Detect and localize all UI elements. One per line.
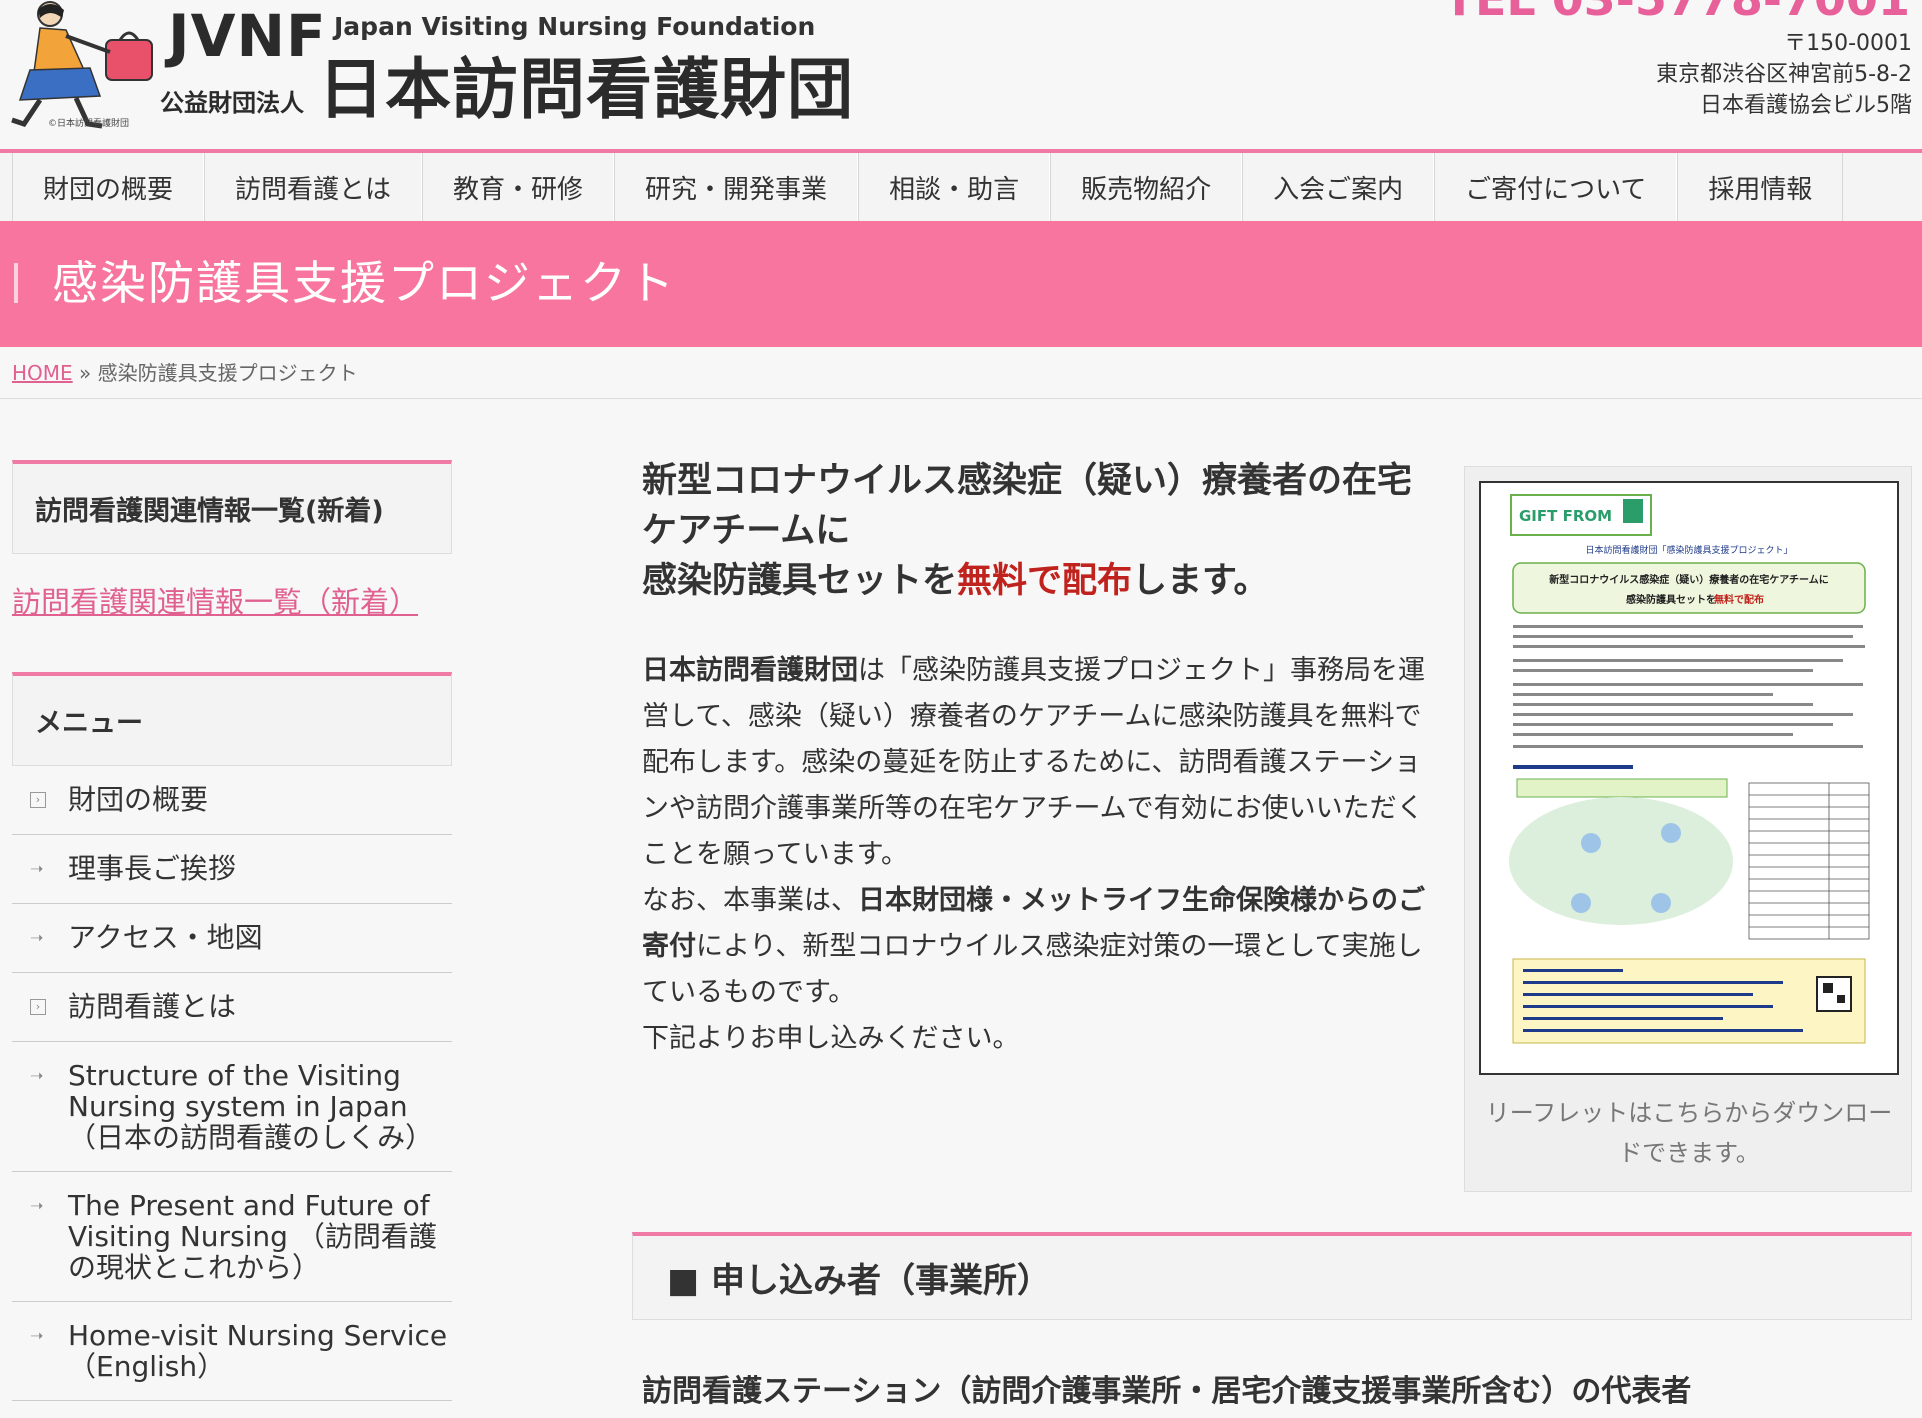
logo-copyright: ©日本訪問看護財団 xyxy=(48,119,130,129)
logo-prefix[interactable]: 公益財団法人 xyxy=(160,88,304,118)
breadcrumb: HOME » 感染防護具支援プロジェクト xyxy=(0,347,1922,399)
arrow-icon: ➝ xyxy=(30,1066,44,1085)
page-title: 感染防護具支援プロジェクト xyxy=(52,256,676,310)
global-nav: 財団の概要 訪問看護とは 教育・研修 研究・開発事業 相談・助言 販売物紹介 入… xyxy=(0,149,1922,221)
sidebar-menu: › 財団の概要 ➝ 理事長ご挨拶 ➝ アクセス・地図 › 訪問看護とは ➝ St… xyxy=(12,766,452,1401)
arrow-icon: ➝ xyxy=(30,1326,44,1345)
site-header: JVNF Japan Visiting Nursing Foundation 公… xyxy=(0,0,1922,148)
body-text: は「感染防護具支援プロジェクト」事務局を運営して、感染（疑い）療養者のケアチーム… xyxy=(642,655,1425,870)
main-body: 日本訪問看護財団は「感染防護具支援プロジェクト」事務局を運営して、感染（疑い）療… xyxy=(642,648,1432,1062)
sidebar-item-greeting[interactable]: ➝ 理事長ご挨拶 xyxy=(12,835,452,904)
leaflet-box-line2: 感染防護具セットを xyxy=(1626,593,1716,606)
main-heading-emphasis: 無料で配布 xyxy=(957,561,1133,601)
leaflet-header-line: 日本訪問看護財団「感染防護具支援プロジェクト」 xyxy=(1585,544,1792,556)
main-heading: 新型コロナウイルス感染症（疑い）療養者の在宅ケアチームに 感染防護具セットを無料… xyxy=(642,456,1432,606)
address-block: 〒150-0001 東京都渋谷区神宮前5-8-2 日本看護協会ビル5階 xyxy=(1656,28,1912,121)
sidebar: 訪問看護関連情報一覧(新着) 訪問看護関連情報一覧（新着） メニュー › 財団の… xyxy=(12,460,452,1401)
leaflet-thumbnail[interactable]: GIFT FROM 日本訪問看護財団「感染防護具支援プロジェクト」 新型コロナウ… xyxy=(1479,481,1899,1075)
nav-item-membership[interactable]: 入会ご案内 xyxy=(1242,153,1435,221)
leaflet-caption[interactable]: リーフレットはこちらからダウンロードできます。 xyxy=(1485,1093,1893,1173)
nav-item-research[interactable]: 研究・開発事業 xyxy=(614,153,859,221)
sidebar-item-visiting-nursing[interactable]: › 訪問看護とは xyxy=(12,973,452,1042)
logo-japanese-name[interactable]: 日本訪問看護財団 xyxy=(318,52,854,128)
sub-heading-representative: 訪問看護ステーション（訪問介護事業所・居宅介護支援事業所含む）の代表者 xyxy=(642,1374,1692,1409)
sidebar-item-label: 訪問看護とは xyxy=(68,990,237,1023)
sidebar-menu-heading: メニュー xyxy=(12,672,452,766)
sidebar-item-label: The Present and Future of Visiting Nursi… xyxy=(68,1189,437,1284)
leaflet-gift-text: GIFT FROM xyxy=(1519,507,1612,525)
leaflet-box-line1: 新型コロナウイルス感染症（疑い）療養者の在宅ケアチームに xyxy=(1549,573,1829,586)
logo-nurse-figure-icon[interactable] xyxy=(10,0,160,130)
page-banner: 感染防護具支援プロジェクト xyxy=(0,221,1922,347)
logo-english-name[interactable]: Japan Visiting Nursing Foundation xyxy=(334,12,815,42)
nav-item-recruit[interactable]: 採用情報 xyxy=(1677,153,1844,221)
sidebar-item-access[interactable]: ➝ アクセス・地図 xyxy=(12,904,452,973)
sidebar-item-label: Home-visit Nursing Service（English） xyxy=(68,1319,448,1383)
nav-item-visiting-nursing[interactable]: 訪問看護とは xyxy=(204,153,423,221)
sidebar-news-link[interactable]: 訪問看護関連情報一覧（新着） xyxy=(12,582,452,622)
body-text: なお、本事業は、 xyxy=(642,885,858,916)
leaflet-card: GIFT FROM 日本訪問看護財団「感染防護具支援プロジェクト」 新型コロナウ… xyxy=(1464,466,1912,1192)
sidebar-item-present-future[interactable]: ➝ The Present and Future of Visiting Nur… xyxy=(12,1172,452,1302)
sidebar-item-structure[interactable]: ➝ Structure of the Visiting Nursing syst… xyxy=(12,1042,452,1172)
body-bold: 日本訪問看護財団 xyxy=(642,655,858,686)
arrow-icon: ➝ xyxy=(30,859,44,878)
body-paragraph-1: 日本訪問看護財団は「感染防護具支援プロジェクト」事務局を運営して、感染（疑い）療… xyxy=(642,648,1432,878)
phone-number[interactable]: TEL 03-5778-7001 xyxy=(1444,0,1910,24)
nav-item-consultation[interactable]: 相談・助言 xyxy=(858,153,1051,221)
nav-item-about[interactable]: 財団の概要 xyxy=(12,153,205,221)
address-street: 東京都渋谷区神宮前5-8-2 xyxy=(1656,62,1912,87)
banner-accent-bar xyxy=(14,263,18,303)
expand-box-icon: › xyxy=(30,792,46,808)
sidebar-item-label: 財団の概要 xyxy=(68,783,209,816)
arrow-icon: ➝ xyxy=(30,1196,44,1215)
expand-box-icon: › xyxy=(30,999,46,1015)
nav-item-education[interactable]: 教育・研修 xyxy=(422,153,615,221)
main-heading-line2: 感染防護具セットを無料で配布します。 xyxy=(642,556,1432,606)
nav-item-products[interactable]: 販売物紹介 xyxy=(1050,153,1243,221)
body-paragraph-2: なお、本事業は、日本財団様・メットライフ生命保険様からのご寄付により、新型コロナ… xyxy=(642,878,1432,1016)
leaflet-box-emphasis: 無料で配布 xyxy=(1714,593,1764,606)
address-building: 日本看護協会ビル5階 xyxy=(1700,93,1912,118)
nav-item-donation[interactable]: ご寄付について xyxy=(1434,153,1678,221)
section-heading-applicant: ■ 申し込み者（事業所） xyxy=(632,1232,1912,1320)
sidebar-item-about[interactable]: › 財団の概要 xyxy=(12,766,452,835)
breadcrumb-current: 感染防護具支援プロジェクト xyxy=(97,361,358,385)
sidebar-news-heading: 訪問看護関連情報一覧(新着) xyxy=(12,460,452,554)
address-postal: 〒150-0001 xyxy=(1784,31,1912,56)
sidebar-item-label: 理事長ご挨拶 xyxy=(68,852,237,885)
main-heading-line1: 新型コロナウイルス感染症（疑い）療養者の在宅ケアチームに xyxy=(642,461,1413,551)
sidebar-item-label: Structure of the Visiting Nursing system… xyxy=(68,1059,434,1154)
body-text: により、新型コロナウイルス感染症対策の一環として実施しているものです。 xyxy=(642,931,1423,1008)
logo-abbr[interactable]: JVNF xyxy=(168,6,327,66)
body-paragraph-3: 下記よりお申し込みください。 xyxy=(642,1023,1020,1054)
breadcrumb-separator: » xyxy=(79,361,92,385)
breadcrumb-home-link[interactable]: HOME xyxy=(12,361,73,385)
arrow-icon: ➝ xyxy=(30,928,44,947)
sidebar-item-label: アクセス・地図 xyxy=(68,921,263,954)
main-heading-text: します。 xyxy=(1132,561,1269,601)
main-heading-text: 感染防護具セットを xyxy=(642,561,958,601)
leaflet-preview-image: GIFT FROM 日本訪問看護財団「感染防護具支援プロジェクト」 新型コロナウ… xyxy=(1481,483,1897,1073)
sidebar-item-home-visit-english[interactable]: ➝ Home-visit Nursing Service（English） xyxy=(12,1302,452,1401)
